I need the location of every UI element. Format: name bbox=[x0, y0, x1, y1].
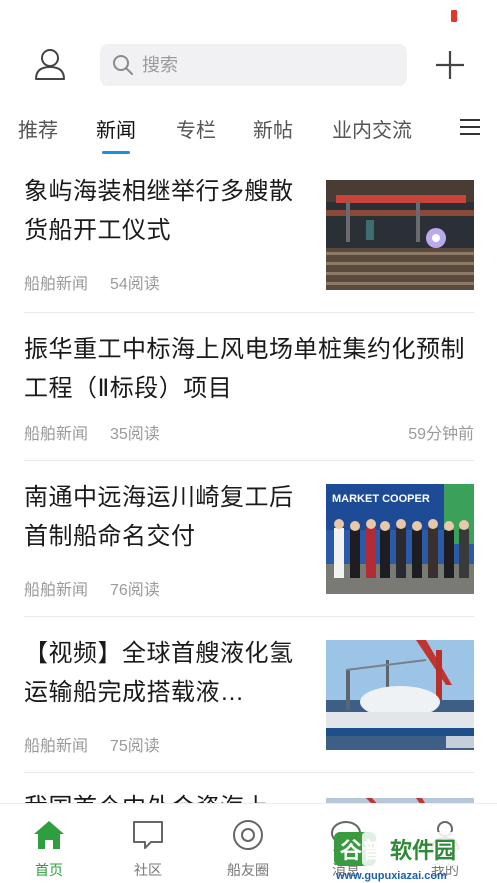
article-reads: 75阅读 bbox=[110, 738, 160, 755]
news-item[interactable]: 象屿海装相继举行多艘散货船开工仪式 船舶新闻 54阅读 bbox=[24, 172, 474, 293]
news-item[interactable]: 振华重工中标海上风电场单桩集约化预制工程（Ⅱ标段）项目 船舶新闻 35阅读 59… bbox=[24, 330, 474, 450]
article-source: 船舶新闻 bbox=[24, 582, 89, 599]
article-thumbnail[interactable] bbox=[326, 180, 474, 290]
news-item[interactable]: 【视频】全球首艘液化氢运输船完成搭载液… 船舶新闻 75阅读 bbox=[24, 634, 474, 755]
article-title[interactable]: 【视频】全球首艘液化氢运输船完成搭载液… bbox=[24, 634, 304, 712]
chat-bubble-icon bbox=[133, 821, 163, 849]
home-icon bbox=[34, 821, 64, 849]
nav-label: 船友圈 bbox=[227, 862, 269, 878]
watermark-logo: 谷普 软件园 www.gupuxiazai.com bbox=[334, 832, 495, 882]
tab-news[interactable]: 新闻 bbox=[96, 114, 136, 143]
article-thumbnail[interactable]: MARKET COOPER bbox=[326, 484, 474, 594]
tab-new-posts[interactable]: 新帖 bbox=[253, 114, 293, 143]
tab-column[interactable]: 专栏 bbox=[176, 114, 216, 143]
article-thumbnail[interactable] bbox=[326, 640, 474, 750]
watermark-url: www.gupuxiazai.com bbox=[335, 870, 447, 882]
hydrogen-carrier-photo bbox=[326, 640, 474, 750]
nav-ship-friends[interactable]: 船友圈 bbox=[208, 804, 288, 883]
tab-recommend[interactable]: 推荐 bbox=[18, 114, 58, 143]
divider bbox=[24, 460, 474, 461]
menu-icon bbox=[460, 119, 480, 135]
search-icon bbox=[113, 55, 133, 75]
search-bar[interactable] bbox=[100, 44, 407, 86]
watermark-brand-suffix: 软件园 bbox=[390, 838, 456, 864]
battery-icon bbox=[451, 10, 457, 22]
category-tabs: 推荐 新闻 专栏 新帖 业内交流 bbox=[0, 100, 497, 158]
divider bbox=[24, 616, 474, 617]
news-item[interactable]: 我国首个中外合资海上… bbox=[24, 788, 474, 803]
site-watermark: 谷普 软件园 www.gupuxiazai.com bbox=[332, 828, 497, 883]
tabs-menu-button[interactable] bbox=[459, 116, 481, 138]
active-tab-indicator bbox=[102, 151, 130, 154]
article-source: 船舶新闻 bbox=[24, 426, 89, 443]
nav-label: 社区 bbox=[134, 862, 162, 878]
article-reads: 54阅读 bbox=[110, 276, 160, 293]
news-item[interactable]: 南通中远海运川崎复工后首制船命名交付 船舶新闻 76阅读 MARKET COOP… bbox=[24, 478, 474, 599]
article-title[interactable]: 南通中远海运川崎复工后首制船命名交付 bbox=[24, 478, 304, 556]
nav-home[interactable]: 首页 bbox=[9, 804, 89, 883]
nav-label: 首页 bbox=[35, 862, 63, 878]
circle-icon bbox=[233, 820, 263, 850]
add-button[interactable] bbox=[433, 48, 467, 82]
article-title[interactable]: 我国首个中外合资海上… bbox=[24, 788, 304, 803]
steel-cutting-photo bbox=[326, 180, 474, 290]
plus-icon bbox=[436, 51, 464, 79]
article-title[interactable]: 象屿海装相继举行多艘散货船开工仪式 bbox=[24, 172, 304, 250]
watermark-brand-prefix: 谷普 bbox=[340, 838, 384, 864]
article-reads: 35阅读 bbox=[110, 426, 160, 443]
status-bar bbox=[0, 0, 497, 30]
naming-ceremony-photo: MARKET COOPER bbox=[326, 484, 474, 594]
news-feed[interactable]: 象屿海装相继举行多艘散货船开工仪式 船舶新闻 54阅读 振华重工中标海上风电场单… bbox=[0, 160, 497, 803]
article-source: 船舶新闻 bbox=[24, 738, 89, 755]
search-input[interactable] bbox=[142, 54, 382, 76]
divider bbox=[24, 772, 474, 773]
article-reads: 76阅读 bbox=[110, 582, 160, 599]
banner-text: MARKET COOPER bbox=[332, 493, 430, 505]
article-source: 船舶新闻 bbox=[24, 276, 89, 293]
divider bbox=[24, 312, 474, 313]
profile-button[interactable] bbox=[30, 44, 70, 84]
top-header bbox=[0, 38, 497, 94]
nav-community[interactable]: 社区 bbox=[108, 804, 188, 883]
article-time: 59分钟前 bbox=[408, 426, 474, 443]
article-title[interactable]: 振华重工中标海上风电场单桩集约化预制工程（Ⅱ标段）项目 bbox=[24, 330, 474, 408]
tab-industry-exchange[interactable]: 业内交流 bbox=[332, 114, 412, 143]
person-outline-icon bbox=[35, 49, 65, 80]
